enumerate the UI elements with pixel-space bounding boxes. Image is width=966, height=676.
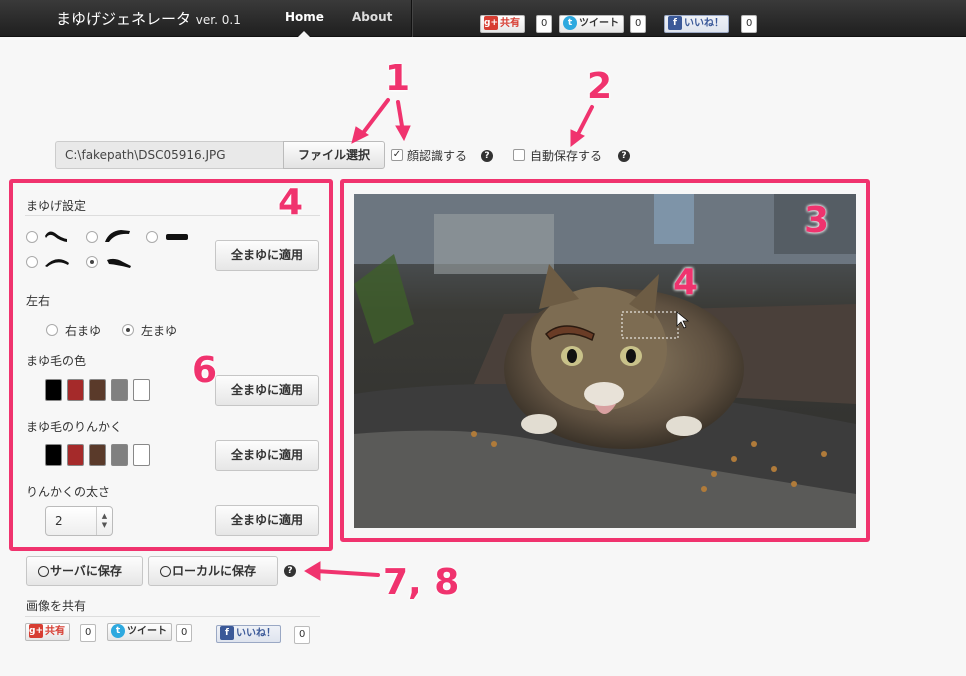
annotation-1: 1 (385, 58, 411, 99)
annotation-4-panel: 4 (278, 182, 304, 223)
annotation-4-image: 4 (673, 262, 699, 303)
annotation-6: 6 (192, 350, 218, 391)
annotation-3: 3 (804, 200, 830, 241)
annotation-2: 2 (587, 66, 613, 107)
annotation-arrows (304, 98, 594, 581)
annotation-7-8: 7, 8 (383, 562, 460, 603)
